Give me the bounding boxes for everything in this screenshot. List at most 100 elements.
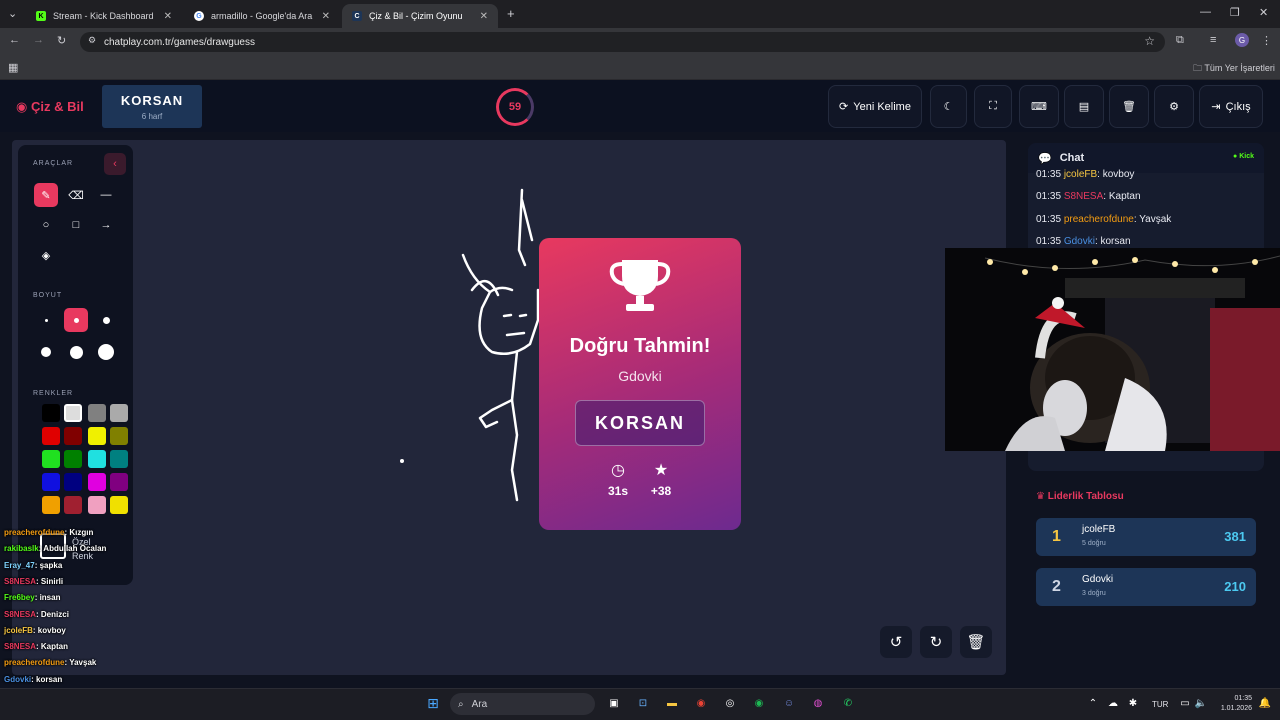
size-option-4[interactable] bbox=[34, 340, 58, 364]
size-option-5[interactable] bbox=[64, 340, 88, 364]
color-swatch[interactable] bbox=[88, 450, 106, 468]
overlay-chat-user: rakibaslk bbox=[4, 544, 39, 554]
obs-icon[interactable]: ◍ bbox=[809, 694, 827, 712]
fill-tool-button[interactable]: ◈ bbox=[34, 243, 58, 267]
chrome-taskbar-icon[interactable]: ◉ bbox=[692, 694, 710, 712]
collapse-panel-button[interactable]: ‹ bbox=[104, 153, 126, 175]
undo-button[interactable]: ↺ bbox=[880, 626, 912, 658]
color-swatch[interactable] bbox=[64, 473, 82, 491]
site-info-icon[interactable]: ⚙ bbox=[88, 35, 96, 46]
forward-icon[interactable]: → bbox=[33, 34, 44, 46]
taskbar-clock[interactable]: 01:35 1.01.2026 bbox=[1212, 694, 1252, 714]
drawing-canvas[interactable] bbox=[12, 140, 1006, 675]
color-swatch[interactable] bbox=[88, 404, 106, 422]
color-swatch[interactable] bbox=[64, 496, 82, 514]
windows-start-icon[interactable]: ⊞ bbox=[424, 694, 442, 712]
overlay-chat-user: S8NESA bbox=[4, 609, 37, 619]
brush-tool-button[interactable]: ✎ bbox=[34, 183, 58, 207]
size-option-1[interactable] bbox=[34, 308, 58, 332]
media-control-icon[interactable]: ≡ bbox=[1210, 34, 1216, 46]
chrome-menu-icon[interactable]: ⋮ bbox=[1261, 34, 1272, 47]
maximize-icon[interactable]: ❐ bbox=[1230, 6, 1240, 19]
size-option-6[interactable] bbox=[94, 340, 118, 364]
tray-overflow-icon[interactable]: ⌃ bbox=[1084, 694, 1102, 712]
correct-count: 3 doğru bbox=[1082, 590, 1106, 597]
steam-icon[interactable]: ◎ bbox=[721, 694, 739, 712]
tab-kick-dashboard[interactable]: K Stream - Kick Dashboard ✕ bbox=[26, 4, 182, 28]
reload-icon[interactable]: ↻ bbox=[57, 34, 66, 47]
keyboard-button[interactable]: ⌨ bbox=[1019, 85, 1059, 128]
color-swatch[interactable] bbox=[88, 473, 106, 491]
line-tool-button[interactable]: — bbox=[94, 183, 118, 207]
app-logo[interactable]: ◉ Çiz & Bil bbox=[16, 99, 84, 115]
url-field[interactable]: ⚙ chatplay.com.tr/games/drawguess ☆ bbox=[80, 32, 1165, 52]
profile-avatar-icon[interactable]: G bbox=[1235, 33, 1249, 47]
color-swatch[interactable] bbox=[110, 427, 128, 445]
size-option-3[interactable] bbox=[94, 308, 118, 332]
color-swatch[interactable] bbox=[42, 404, 60, 422]
dark-mode-button[interactable]: ☾ bbox=[930, 85, 967, 128]
apps-grid-icon[interactable]: ▦ bbox=[8, 61, 18, 74]
overlay-chat-user: preacherofdune bbox=[4, 658, 65, 668]
store-icon[interactable]: ⊡ bbox=[634, 694, 652, 712]
size-option-2[interactable] bbox=[64, 308, 88, 332]
new-tab-icon[interactable]: + bbox=[507, 6, 515, 21]
tab-google-search[interactable]: G armadillo - Google'da Ara ✕ bbox=[184, 4, 340, 28]
color-swatch[interactable] bbox=[110, 496, 128, 514]
delete-button[interactable]: 🗑 bbox=[1109, 85, 1149, 128]
color-swatch[interactable] bbox=[64, 450, 82, 468]
file-explorer-icon[interactable]: ▬ bbox=[663, 694, 681, 712]
all-bookmarks-button[interactable]: 🗀 Tüm Yer İşaretleri bbox=[1193, 61, 1275, 77]
overlay-chat-message: S8NESA: Sinirli bbox=[4, 577, 63, 586]
task-view-icon[interactable]: ▣ bbox=[605, 694, 623, 712]
tab-search-icon[interactable]: ⌄ bbox=[8, 7, 17, 20]
color-swatch[interactable] bbox=[110, 450, 128, 468]
tab-ciz-bil[interactable]: C Çiz & Bil - Çizim Oyunu ✕ bbox=[342, 4, 498, 28]
eraser-tool-button[interactable]: ⌫ bbox=[64, 183, 88, 207]
chat-user: jcoleFB bbox=[1063, 169, 1098, 180]
close-tab-icon[interactable]: ✕ bbox=[480, 11, 488, 22]
network-icon[interactable]: ☁ bbox=[1104, 694, 1122, 712]
color-swatch[interactable] bbox=[42, 450, 60, 468]
colors-title: RENKLER bbox=[33, 390, 74, 397]
fullscreen-button[interactable]: ⛶ bbox=[974, 85, 1012, 128]
bookmark-star-icon[interactable]: ☆ bbox=[1144, 34, 1155, 48]
window-close-icon[interactable]: ✕ bbox=[1259, 6, 1268, 19]
volume-icon[interactable]: 🔈 bbox=[1192, 694, 1210, 712]
minimize-icon[interactable]: — bbox=[1200, 6, 1211, 18]
color-swatch[interactable] bbox=[64, 427, 82, 445]
discord-icon[interactable]: ☺ bbox=[780, 694, 798, 712]
rectangle-tool-button[interactable]: □ bbox=[64, 213, 88, 237]
new-word-button[interactable]: ⟳ Yeni Kelime bbox=[828, 85, 922, 128]
notifications-icon[interactable]: 🔔 bbox=[1256, 694, 1274, 712]
arrow-tool-button[interactable]: → bbox=[94, 213, 118, 237]
color-swatch[interactable] bbox=[110, 404, 128, 422]
extensions-icon[interactable]: ⧉ bbox=[1176, 34, 1184, 47]
input-language[interactable]: TUR bbox=[1152, 700, 1168, 709]
color-swatch[interactable] bbox=[88, 427, 106, 445]
settings-button[interactable]: ⚙ bbox=[1154, 85, 1194, 128]
redo-button[interactable]: ↻ bbox=[920, 626, 952, 658]
winner-name: Gdovki bbox=[618, 368, 662, 384]
color-swatch[interactable] bbox=[110, 473, 128, 491]
close-tab-icon[interactable]: ✕ bbox=[164, 11, 172, 22]
color-swatch[interactable] bbox=[88, 496, 106, 514]
taskbar-search[interactable]: ⌕ Ara bbox=[450, 693, 595, 715]
moon-icon: ☾ bbox=[943, 101, 954, 113]
archive-button[interactable]: ▤ bbox=[1064, 85, 1104, 128]
color-swatch[interactable] bbox=[42, 473, 60, 491]
bluetooth-icon[interactable]: ✱ bbox=[1124, 694, 1142, 712]
tools-panel: ARAÇLAR ‹ ✎ ⌫ — ○ □ → ◈ BOYUT RENKLER Öz… bbox=[18, 145, 133, 585]
close-tab-icon[interactable]: ✕ bbox=[322, 11, 330, 22]
search-icon: ⌕ bbox=[458, 698, 464, 710]
whatsapp-icon[interactable]: ✆ bbox=[839, 694, 857, 712]
exit-button[interactable]: ⇥ Çıkış bbox=[1199, 85, 1263, 128]
color-swatch[interactable] bbox=[42, 427, 60, 445]
color-swatch[interactable] bbox=[64, 404, 82, 422]
circle-tool-button[interactable]: ○ bbox=[34, 213, 58, 237]
overlay-chat-text: : Denizci bbox=[36, 609, 69, 619]
back-icon[interactable]: ← bbox=[9, 34, 20, 46]
clear-canvas-button[interactable]: 🗑 bbox=[960, 626, 992, 658]
spotify-icon[interactable]: ◉ bbox=[750, 694, 768, 712]
color-swatch[interactable] bbox=[42, 496, 60, 514]
